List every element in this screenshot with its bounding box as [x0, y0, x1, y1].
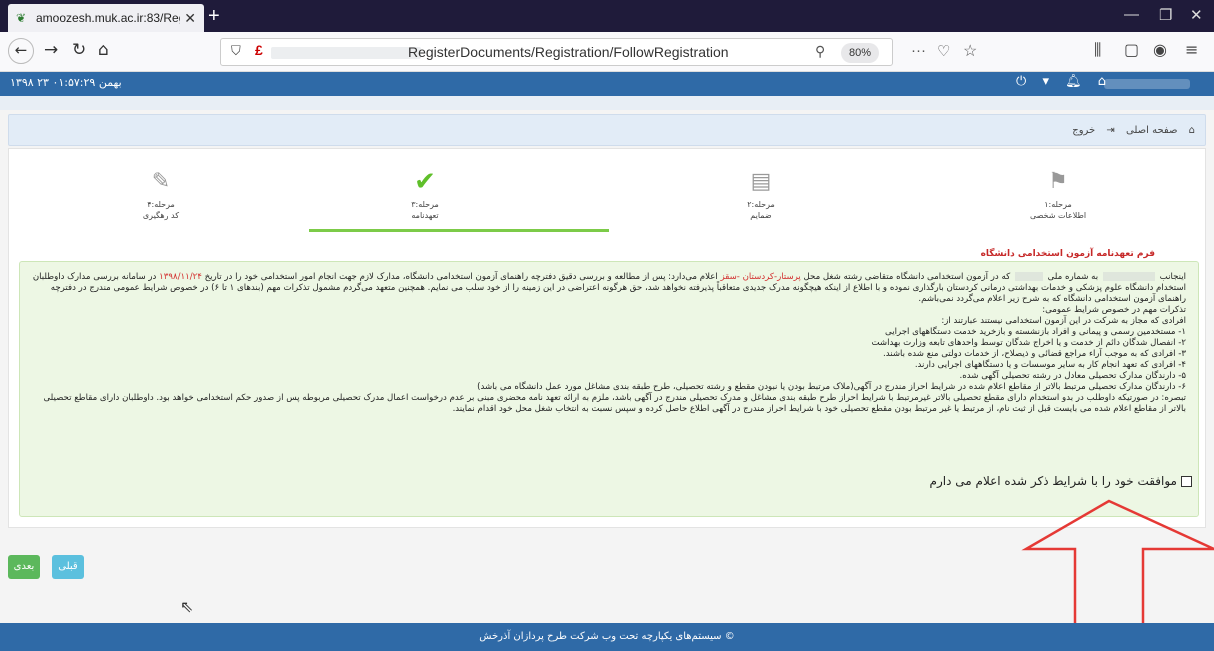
restore-icon[interactable]: ❐ — [1159, 6, 1172, 24]
back-icon[interactable]: ← — [8, 38, 34, 64]
flag-icon: ⚑ — [1048, 169, 1068, 194]
url-host-redacted — [271, 47, 421, 59]
main-panel: ✎ مرحله:۴ کد رهگیری ✔ مرحله:۳ تعهدنامه ▤… — [8, 148, 1206, 528]
footer-text: سیستم‌های یکپارچه تحت وب شرکت طرح پردازا… — [479, 631, 722, 642]
commitment-paragraph: اینجانب به شماره ملی که در آزمون استخدام… — [32, 272, 1186, 305]
pencil-icon: ✎ — [151, 169, 171, 194]
step-2[interactable]: ▤ مرحله:۲ ضمایم — [721, 169, 801, 221]
mouse-cursor-icon: ⇖ — [180, 597, 194, 616]
list-item: ۶- دارندگان مدارک تحصیلی مرتبط بالاتر از… — [477, 382, 1186, 392]
step-4[interactable]: ✎ مرحله:۴ کد رهگیری — [121, 169, 201, 221]
key-icon[interactable]: ⚲ — [815, 43, 825, 60]
step-number: مرحله:۱ — [1044, 200, 1072, 209]
text-segment: که در آزمون استخدامی دانشگاه متقاضی رشته… — [803, 272, 1011, 282]
forward-icon[interactable]: → — [44, 40, 58, 60]
step-number: مرحله:۲ — [747, 200, 775, 209]
datetime: ۱۳۹۸ ۲۳ بهمن ۰۱:۵۷:۲۹ — [10, 76, 122, 89]
browser-tab-bar: ❦ amoozesh.muk.ac.ir:83/Registe ✕ + — ❐ … — [0, 0, 1214, 32]
step-label: ضمایم — [750, 211, 772, 220]
tab-title: amoozesh.muk.ac.ir:83/Registe — [36, 11, 180, 25]
step-1[interactable]: ⚑ مرحله:۱ اطلاعات شخصی — [1013, 169, 1103, 221]
user-name-redacted — [1104, 79, 1190, 89]
logout-icon[interactable]: ⇥ — [1106, 125, 1114, 136]
agree-label[interactable]: موافقت خود را با شرایط ذکر شده اعلام می … — [930, 475, 1177, 487]
new-tab-icon[interactable]: + — [208, 5, 220, 28]
account-icon[interactable]: ◉ — [1153, 40, 1167, 59]
note-paragraph: تبصره: در صورتیکه داوطلب در بدو استخدام … — [43, 393, 1186, 414]
pocket-icon[interactable]: ♡ — [937, 42, 950, 60]
job-location: پرستار-کردستان -سقز — [720, 272, 801, 282]
sub-header — [0, 96, 1214, 110]
footer: © سیستم‌های یکپارچه تحت وب شرکت طرح پردا… — [0, 623, 1214, 651]
home-icon[interactable]: ⌂ — [1189, 125, 1195, 136]
step-label: تعهدنامه — [411, 211, 439, 220]
close-icon[interactable]: ✕ — [184, 10, 196, 27]
step-3[interactable]: ✔ مرحله:۳ تعهدنامه — [385, 169, 465, 221]
list-item: ۲- انفصال شدگان دائم از خدمت و یا اخراج … — [871, 338, 1186, 348]
agree-checkbox[interactable] — [1181, 476, 1192, 487]
library-icon[interactable]: ⫼ — [1094, 40, 1101, 60]
browser-nav-bar: ← → ↻ ⌂ ⛉ £ RegisterDocuments/Registrati… — [0, 32, 1214, 72]
annotation-arrow-icon — [1021, 499, 1214, 633]
leaf-favicon-icon: ❦ — [16, 11, 27, 25]
insecure-icon[interactable]: £ — [255, 42, 263, 58]
address-bar[interactable]: ⛉ £ RegisterDocuments/Registration/Follo… — [220, 38, 977, 66]
dropdown-icon[interactable]: ▾ — [1042, 74, 1055, 89]
step-number: مرحله:۴ — [147, 200, 175, 209]
more-icon[interactable]: ··· — [911, 42, 926, 59]
checkmark-icon: ✔ — [414, 167, 436, 197]
step-label: کد رهگیری — [142, 211, 180, 220]
bookmark-star-icon[interactable]: ☆ — [963, 41, 977, 61]
list-item: ۱- مستخدمین رسمی و پیمانی و افراد بازنشس… — [885, 327, 1186, 337]
commitment-box: اینجانب به شماره ملی که در آزمون استخدام… — [19, 261, 1199, 517]
shield-icon[interactable]: ⛉ — [231, 43, 241, 59]
browser-tab[interactable]: ❦ amoozesh.muk.ac.ir:83/Registe ✕ — [8, 4, 204, 32]
sidebar-icon[interactable]: ▢ — [1124, 40, 1139, 59]
breadcrumb-logout[interactable]: خروج — [1072, 125, 1095, 136]
agree-row[interactable]: موافقت خود را با شرایط ذکر شده اعلام می … — [930, 475, 1192, 487]
notes-intro: افرادی که مجاز به شرکت در این آزمون استخ… — [941, 316, 1186, 326]
breadcrumb: ⌂ صفحه اصلی ⇥ خروج — [8, 114, 1206, 146]
text-segment: اعلام می‌دارد: پس از مطالعه و بررسی دقیق… — [204, 272, 718, 282]
text-segment: به شماره ملی — [1047, 272, 1099, 282]
submission-date: ۱۳۹۸/۱۱/۲۴ — [159, 272, 202, 282]
attachment-icon: ▤ — [750, 169, 772, 194]
text-segment: اینجانب — [1159, 272, 1186, 282]
breadcrumb-home[interactable]: صفحه اصلی — [1126, 125, 1177, 136]
applicant-name-redacted — [1102, 272, 1155, 281]
step-label: اطلاعات شخصی — [1029, 211, 1087, 220]
menu-icon[interactable]: ≡ — [1185, 40, 1198, 59]
copyright-icon: © — [724, 631, 735, 642]
zoom-level[interactable]: 80% — [841, 43, 879, 63]
url-text: RegisterDocuments/Registration/FollowReg… — [408, 44, 729, 60]
minimize-icon[interactable]: — — [1124, 6, 1139, 23]
step-number: مرحله:۳ — [411, 200, 439, 209]
window-close-icon[interactable]: ✕ — [1190, 6, 1203, 24]
form-title: فرم تعهدنامه آزمون استخدامی دانشگاه — [980, 249, 1155, 259]
next-button[interactable]: بعدی — [8, 555, 40, 579]
step-progress-bar — [309, 229, 609, 232]
national-id-redacted — [1014, 272, 1043, 281]
header-icons: ⏻ ▾ 🔔︎ ⌂ — [1016, 74, 1112, 89]
list-item: ۳- افرادی که به موجب آراء مراجع قضائی و … — [882, 349, 1186, 359]
home-icon[interactable]: ⌂ — [98, 40, 109, 60]
app-header: ۱۳۹۸ ۲۳ بهمن ۰۱:۵۷:۲۹ ⏻ ▾ 🔔︎ ⌂ — [0, 72, 1214, 96]
power-icon[interactable]: ⏻ — [1016, 74, 1032, 89]
list-item: ۴- افرادی که تعهد انجام کار به سایر موسس… — [914, 360, 1186, 370]
list-item: ۵- دارندگان مدارک تحصیلی معادل در رشته ت… — [959, 371, 1186, 381]
bell-icon[interactable]: 🔔︎ — [1065, 74, 1088, 89]
reload-icon[interactable]: ↻ — [72, 40, 86, 60]
previous-button[interactable]: قبلی — [52, 555, 84, 579]
notes-heading: تذکرات مهم در خصوص شرایط عمومی: — [1042, 305, 1186, 315]
